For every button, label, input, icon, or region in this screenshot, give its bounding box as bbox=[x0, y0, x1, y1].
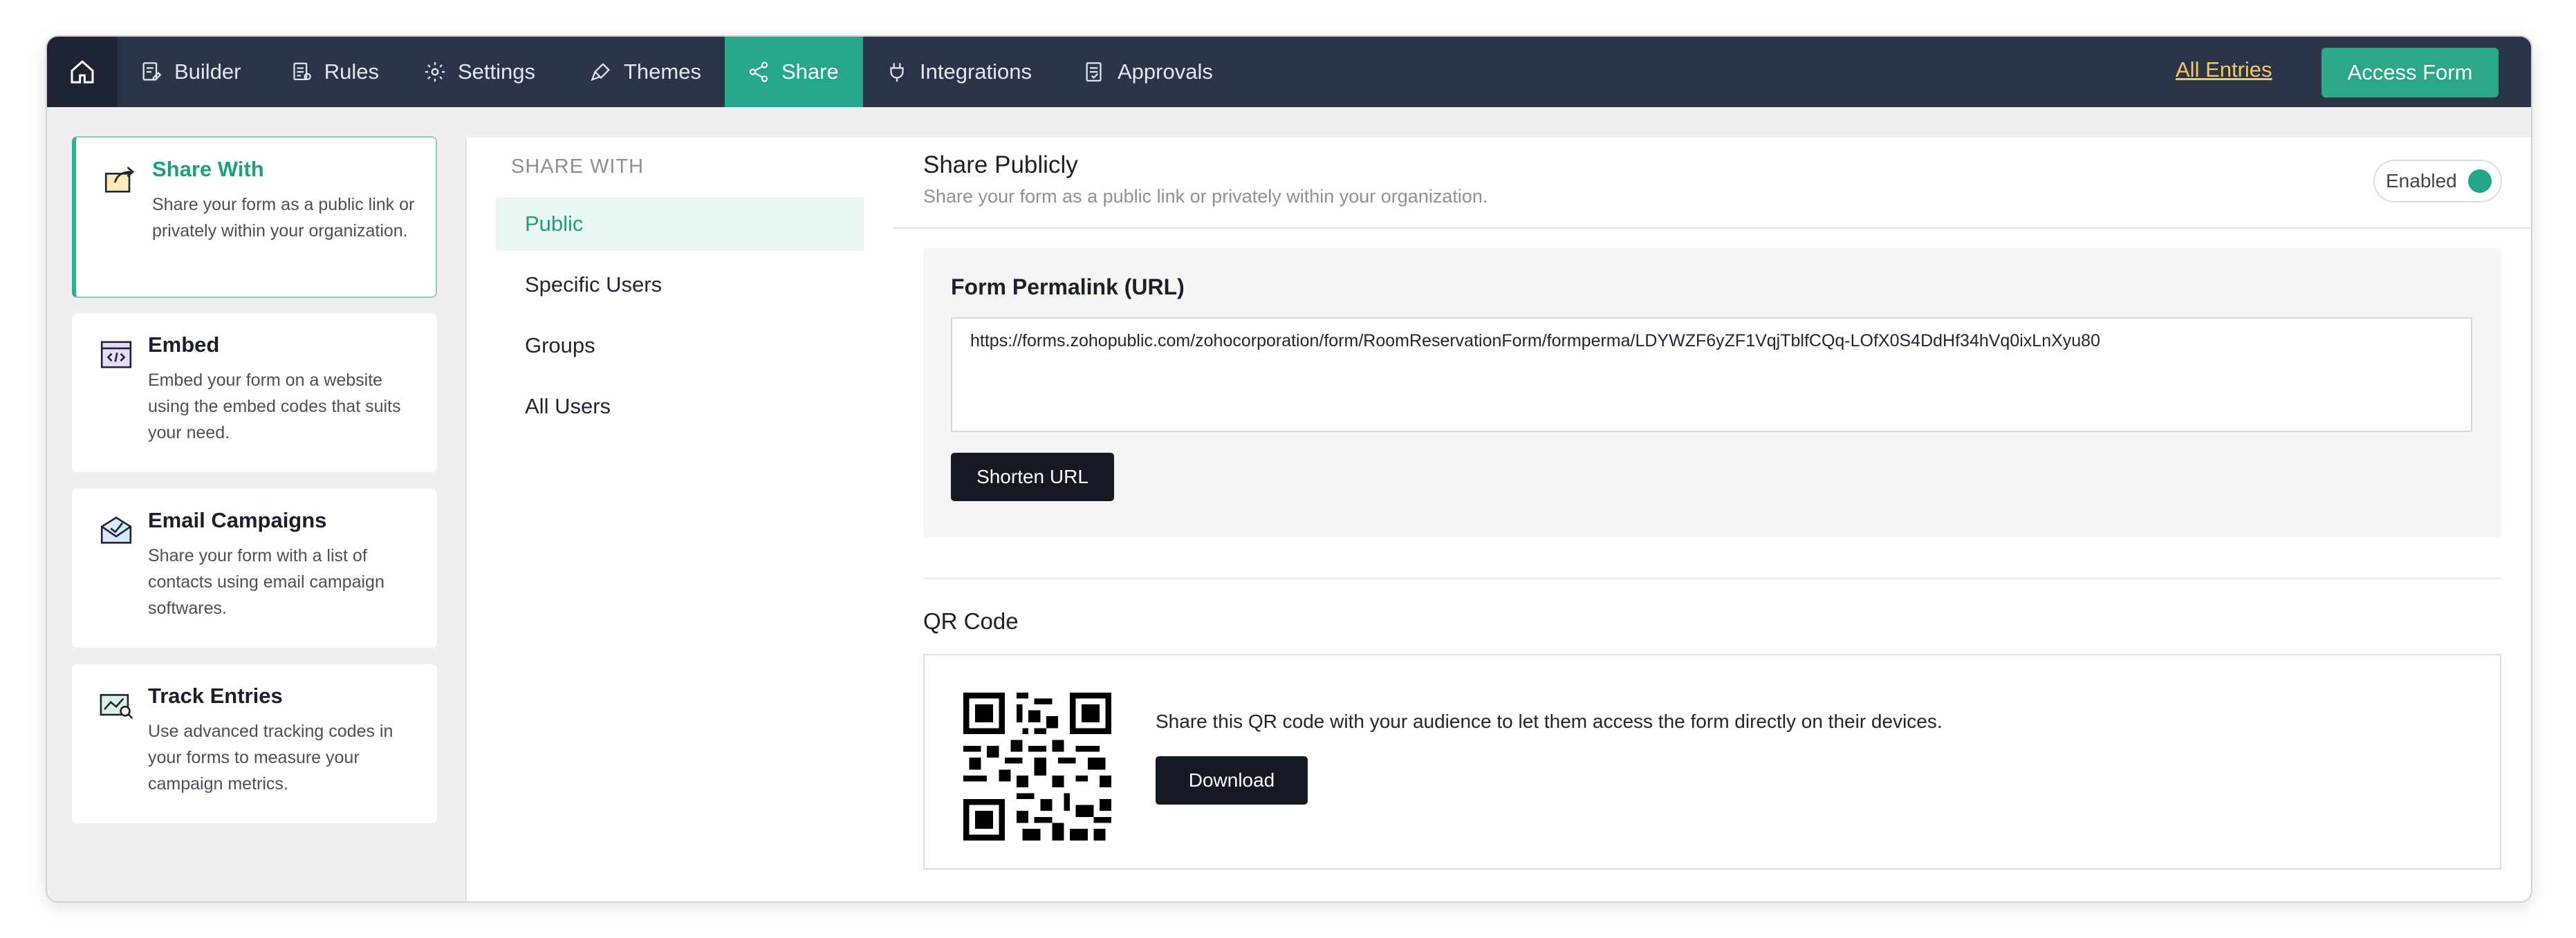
rules-icon bbox=[293, 62, 311, 81]
nav-integrations-label: Integrations bbox=[920, 59, 1032, 84]
nav-rules-label: Rules bbox=[324, 59, 379, 84]
track-entries-desc: Use advanced tracking codes in your form… bbox=[148, 722, 393, 794]
email-campaigns-desc: Share your form with a list of contacts … bbox=[148, 546, 384, 618]
home-button[interactable] bbox=[47, 37, 118, 107]
nav-settings-label: Settings bbox=[458, 59, 536, 84]
email-campaigns-title: Email Campaigns bbox=[148, 508, 327, 532]
share-with-title: Share With bbox=[152, 157, 264, 181]
nav-share-label: Share bbox=[781, 59, 839, 84]
share-type-embed[interactable]: Embed Embed your form on a website using… bbox=[72, 313, 437, 472]
nav-integrations[interactable]: Integrations bbox=[863, 37, 1061, 107]
home-icon bbox=[71, 59, 94, 84]
nav-approvals[interactable]: Approvals bbox=[1061, 37, 1242, 107]
section-divider bbox=[923, 578, 2501, 579]
share-with-panel: SHARE WITH Public Specific Users Groups … bbox=[465, 138, 894, 901]
nav-builder-label: Builder bbox=[174, 59, 241, 84]
share-with-icon bbox=[104, 167, 135, 193]
share-publicly-subtitle: Share your form as a public link or priv… bbox=[923, 186, 1488, 207]
email-campaign-icon bbox=[100, 516, 132, 544]
share-publicly-panel: Share Publicly Share your form as a publ… bbox=[893, 138, 2531, 901]
enabled-toggle[interactable]: Enabled bbox=[2373, 160, 2502, 203]
embed-title: Embed bbox=[148, 332, 220, 357]
toggle-knob bbox=[2467, 169, 2492, 193]
embed-code-icon bbox=[100, 341, 132, 368]
share-option-all-users[interactable]: All Users bbox=[496, 379, 864, 433]
share-with-desc: Share your form as a public link or priv… bbox=[152, 195, 415, 241]
qr-code-description: Share this QR code with your audience to… bbox=[1156, 711, 1943, 732]
share-option-public[interactable]: Public bbox=[496, 197, 864, 251]
share-type-track-entries[interactable]: Track Entries Use advanced tracking code… bbox=[72, 664, 437, 823]
share-with-heading: SHARE WITH bbox=[511, 156, 645, 178]
embed-desc: Embed your form on a website using the e… bbox=[148, 370, 401, 442]
form-share-window: Builder Rules Settings Themes Share Inte… bbox=[46, 35, 2532, 903]
permalink-url-field[interactable]: https://forms.zohopublic.com/zohocorpora… bbox=[951, 317, 2472, 432]
builder-icon bbox=[142, 62, 162, 81]
nav-themes-label: Themes bbox=[624, 59, 701, 84]
nav-themes[interactable]: Themes bbox=[567, 37, 725, 107]
track-entries-title: Track Entries bbox=[148, 684, 283, 708]
header-divider bbox=[893, 227, 2531, 229]
shorten-url-button[interactable]: Shorten URL bbox=[951, 453, 1114, 501]
brush-icon bbox=[591, 63, 610, 82]
permalink-label: Form Permalink (URL) bbox=[951, 274, 1185, 299]
gear-icon bbox=[425, 62, 445, 82]
qr-code-image bbox=[963, 693, 1111, 841]
share-publicly-title: Share Publicly bbox=[923, 151, 1078, 178]
permalink-section: Form Permalink (URL) https://forms.zohop… bbox=[923, 248, 2501, 537]
top-nav: Builder Rules Settings Themes Share Inte… bbox=[47, 37, 2531, 107]
download-qr-button[interactable]: Download bbox=[1156, 756, 1308, 805]
nav-settings[interactable]: Settings bbox=[401, 37, 567, 107]
toggle-label: Enabled bbox=[2386, 170, 2457, 191]
nav-approvals-label: Approvals bbox=[1118, 59, 1213, 84]
nav-rules[interactable]: Rules bbox=[268, 37, 401, 107]
track-chart-icon bbox=[100, 694, 133, 720]
access-form-button[interactable]: Access Form bbox=[2322, 48, 2499, 97]
all-entries-link[interactable]: All Entries bbox=[2176, 57, 2272, 82]
share-type-email-campaigns[interactable]: Email Campaigns Share your form with a l… bbox=[72, 489, 437, 648]
share-icon bbox=[749, 62, 768, 82]
approvals-icon bbox=[1086, 62, 1102, 82]
share-option-specific-users[interactable]: Specific Users bbox=[496, 258, 864, 312]
share-type-share-with[interactable]: Share With Share your form as a public l… bbox=[72, 136, 437, 298]
qr-code-title: QR Code bbox=[923, 608, 1019, 634]
nav-share[interactable]: Share bbox=[725, 37, 863, 107]
share-option-groups[interactable]: Groups bbox=[496, 319, 864, 373]
plug-icon bbox=[890, 63, 904, 82]
qr-code-section: Share this QR code with your audience to… bbox=[923, 654, 2501, 870]
nav-builder[interactable]: Builder bbox=[118, 37, 268, 107]
